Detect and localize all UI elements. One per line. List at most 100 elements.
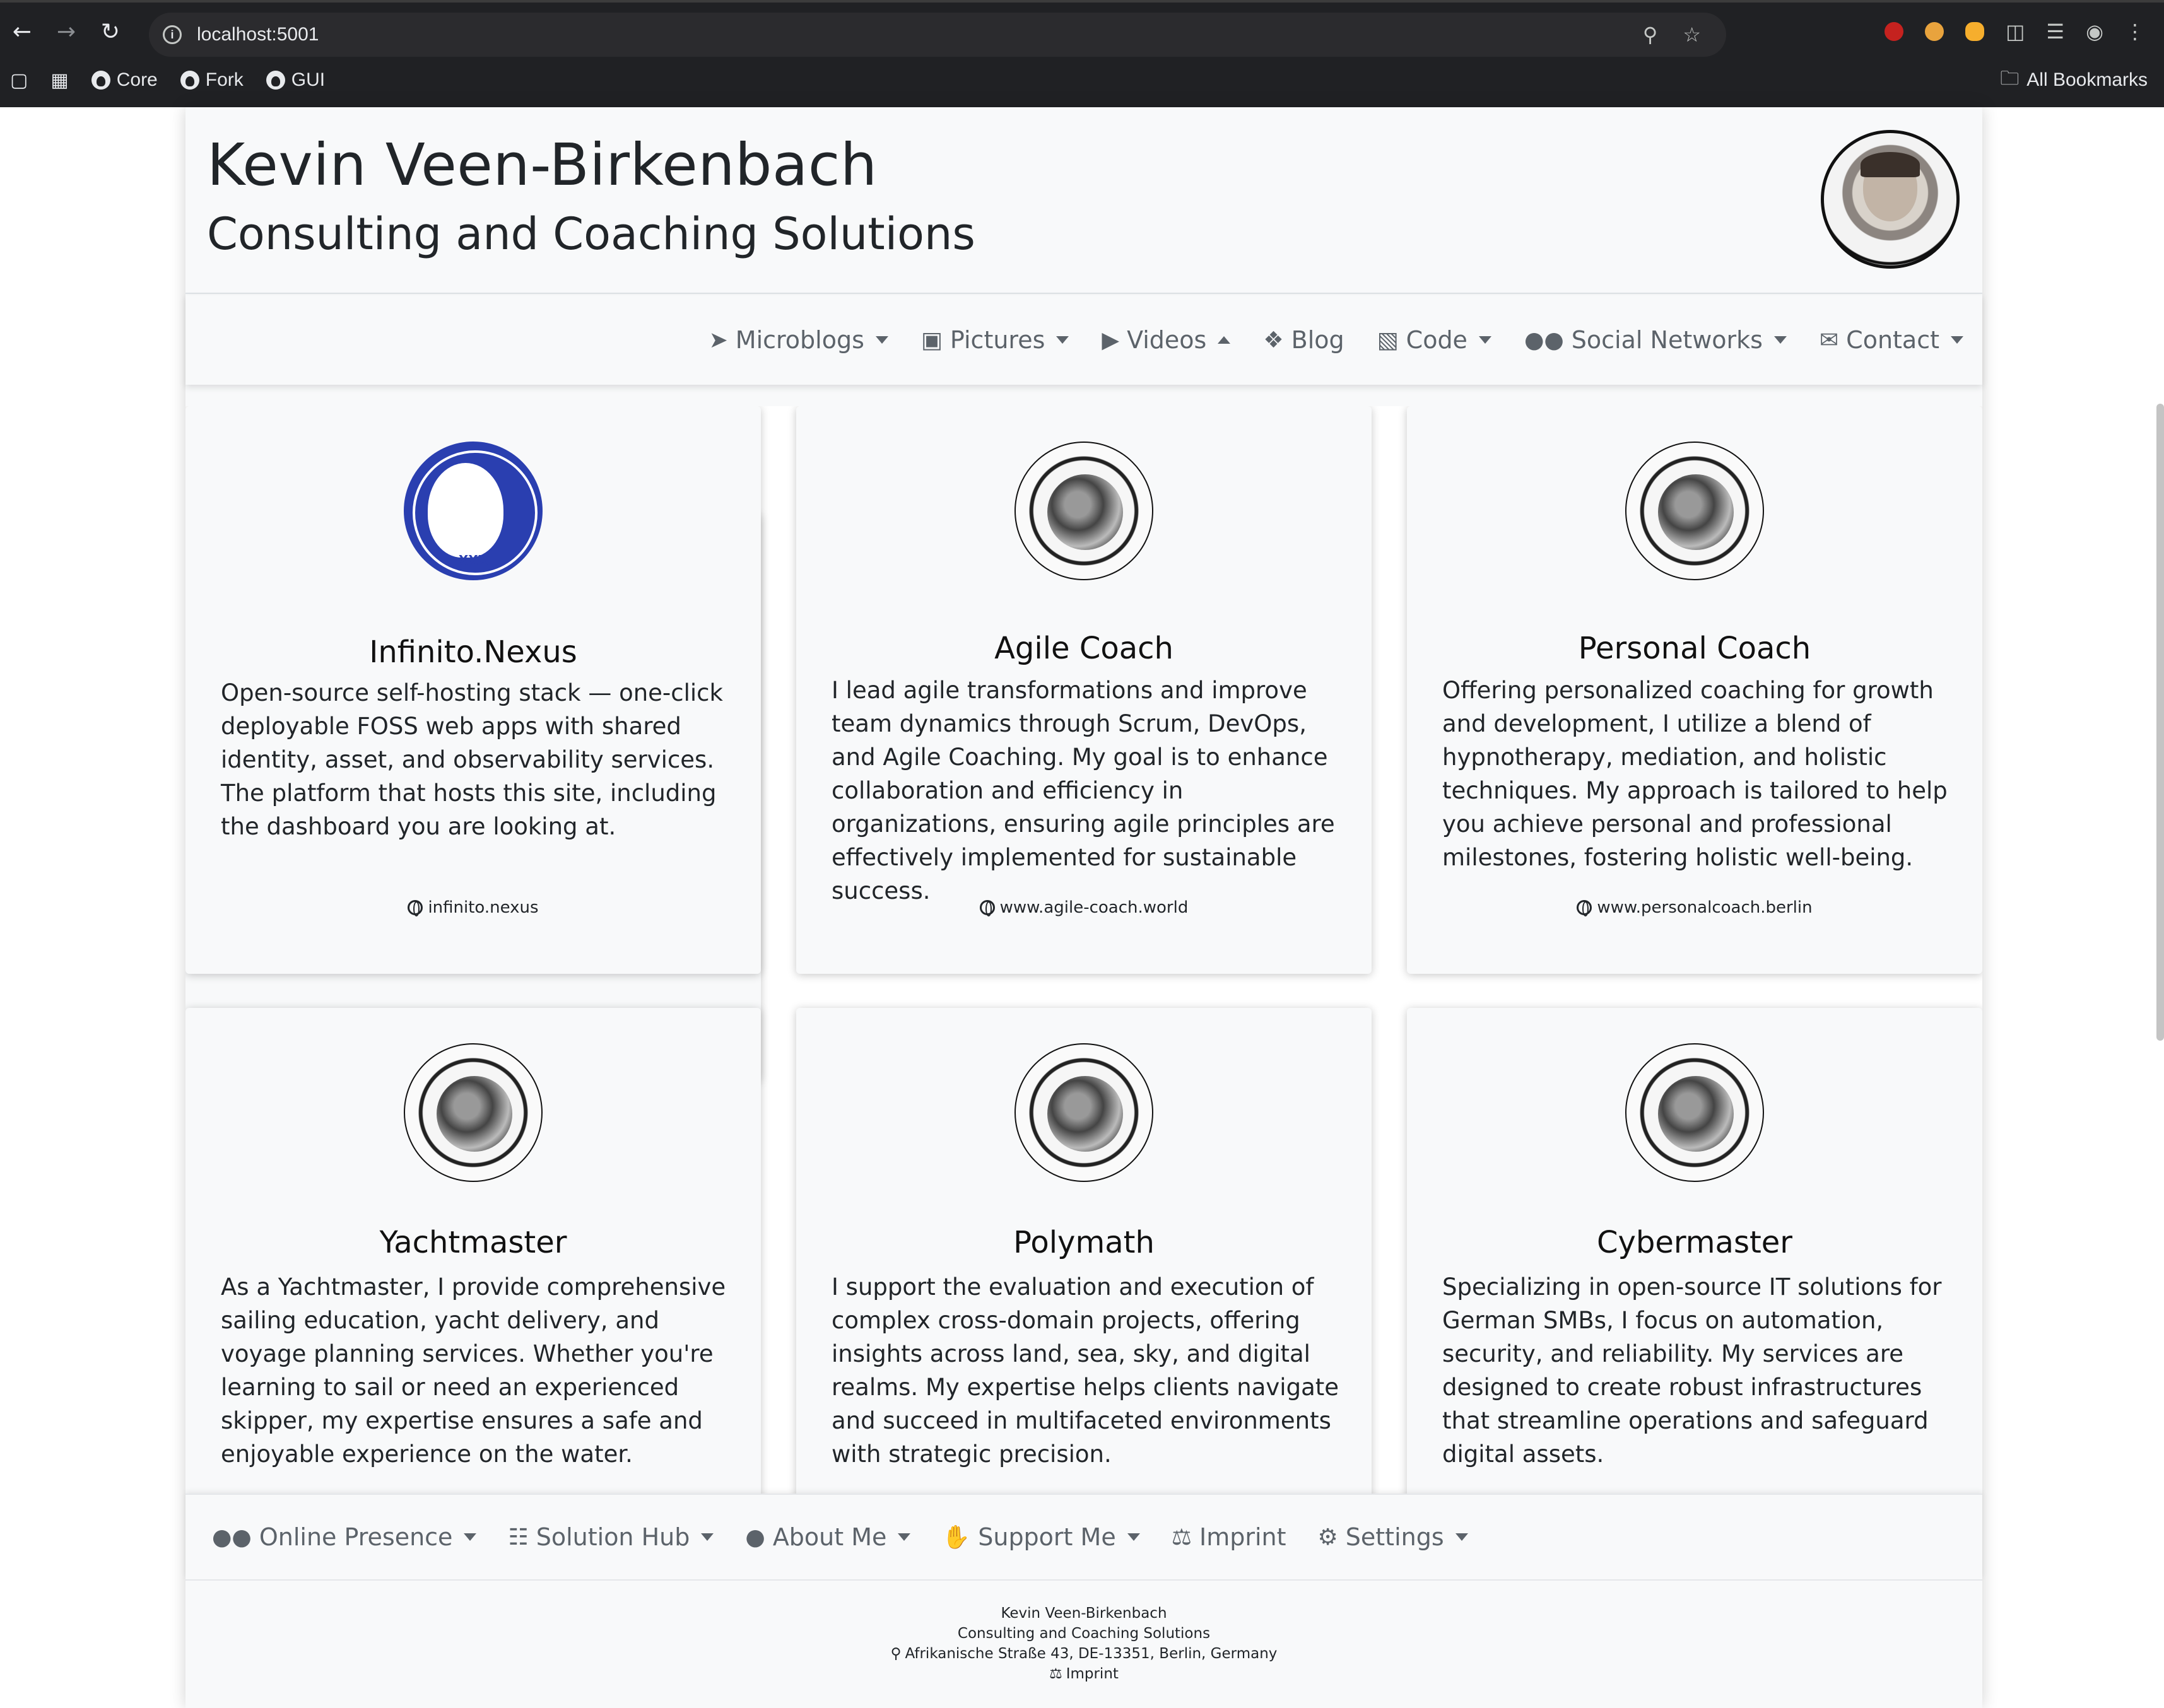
reload-icon[interactable]: ↻ xyxy=(88,4,132,59)
bookmark-core[interactable]: Core xyxy=(91,69,158,91)
site-info-icon[interactable]: i xyxy=(163,25,182,44)
page-subtitle: Consulting and Coaching Solutions xyxy=(207,208,975,260)
nav-online-presence[interactable]: ●● Online Presence xyxy=(212,1523,477,1551)
browser-chrome: ← → ↻ i localhost:5001 ⚲ ☆ ◫ ☰ ◉ ⋮ ▢ ▦ C… xyxy=(0,0,2164,107)
nav-code[interactable]: ▧ Code xyxy=(1377,326,1491,354)
nav-blog[interactable]: ❖ Blog xyxy=(1263,326,1344,354)
nav-solution-hub[interactable]: ☷ Solution Hub xyxy=(508,1523,714,1551)
card-personal-coach[interactable]: Personal Coach Offering personalized coa… xyxy=(1407,406,1982,974)
tab-strip xyxy=(0,0,2164,3)
github-icon xyxy=(266,71,285,90)
card-title: Yachtmaster xyxy=(379,1225,567,1260)
cybermaster-logo xyxy=(1625,1043,1764,1182)
puzzle-icon[interactable]: ◫ xyxy=(2006,20,2025,44)
users-icon: ●● xyxy=(212,1524,252,1550)
nav-support-me[interactable]: ✋ Support Me xyxy=(942,1523,1140,1551)
bookmark-fork[interactable]: Fork xyxy=(180,69,244,91)
card-description: Specializing in open-source IT solutions… xyxy=(1442,1273,1942,1468)
footer-name: Kevin Veen-Birkenbach xyxy=(1001,1605,1167,1622)
laptop-code-icon: ▧ xyxy=(1377,327,1399,353)
bookmark-star-icon[interactable]: ☆ xyxy=(1683,23,1701,47)
chevron-down-icon xyxy=(1455,1533,1468,1541)
card-yachtmaster[interactable]: Yachtmaster As a Yachtmaster, I provide … xyxy=(185,1008,761,1494)
chevron-down-icon xyxy=(1951,336,1963,344)
scale-icon: ⚖ xyxy=(1171,1524,1192,1550)
cards-layer: XXX Infinito.Nexus Open-source self-host… xyxy=(185,406,1982,1494)
chevron-down-icon xyxy=(1056,336,1069,344)
map-marker-icon: ⚲ xyxy=(890,1646,902,1662)
footer-address: ⚲ Afrikanische Straße 43, DE-13351, Berli… xyxy=(185,1644,1982,1664)
bottom-navigation: ●● Online Presence ☷ Solution Hub ● About M… xyxy=(185,1494,1982,1579)
sidebar-toggle-icon[interactable]: ▢ xyxy=(10,69,28,91)
yachtmaster-logo xyxy=(404,1043,543,1182)
card-polymath[interactable]: Polymath I support the evaluation and ex… xyxy=(796,1008,1372,1494)
forward-arrow-icon[interactable]: → xyxy=(44,4,88,59)
browser-toolbar: ← → ↻ i localhost:5001 ⚲ ☆ ◫ ☰ ◉ ⋮ xyxy=(0,4,2164,59)
globe-icon xyxy=(979,900,995,916)
site-header: Kevin Veen-Birkenbach Consulting and Coa… xyxy=(185,107,1982,294)
chevron-down-icon xyxy=(1478,336,1491,344)
card-link[interactable]: www.personalcoach.berlin xyxy=(1407,898,1982,917)
bottom-area: ●● Online Presence ☷ Solution Hub ● About M… xyxy=(185,1494,1982,1708)
card-title: Polymath xyxy=(1013,1225,1155,1260)
nav-about-me[interactable]: ● About Me xyxy=(745,1523,911,1551)
menu-icon[interactable]: ⋮ xyxy=(2125,20,2145,44)
card-description: As a Yachtmaster, I provide comprehensiv… xyxy=(221,1273,726,1468)
card-description: Offering personalized coaching for growt… xyxy=(1442,677,1948,871)
card-cybermaster[interactable]: Cybermaster Specializing in open-source … xyxy=(1407,1008,1982,1494)
apps-grid-icon[interactable]: ▦ xyxy=(50,69,68,91)
chevron-down-icon xyxy=(898,1533,911,1541)
nav-social-networks[interactable]: ●● Social Networks xyxy=(1524,326,1787,354)
user-icon: ● xyxy=(745,1524,765,1550)
video-icon: ▶ xyxy=(1102,327,1120,353)
blocker-extension-icon[interactable] xyxy=(1885,22,1904,41)
profile-icon[interactable]: ◉ xyxy=(2086,20,2103,44)
card-title: Agile Coach xyxy=(994,631,1173,666)
nav-contact[interactable]: ✉ Contact xyxy=(1820,326,1963,354)
media-icon[interactable]: ☰ xyxy=(2046,20,2064,44)
address-bar[interactable]: i localhost:5001 ⚲ ☆ xyxy=(149,13,1726,57)
bookmarks-bar: ▢ ▦ Core Fork GUI 🗀 All Bookmarks xyxy=(0,63,2164,97)
card-infinito-nexus[interactable]: XXX Infinito.Nexus Open-source self-host… xyxy=(185,406,761,974)
card-description: I lead agile transformations and improve… xyxy=(832,677,1335,904)
extensions-area: ◫ ☰ ◉ ⋮ xyxy=(1885,4,2164,59)
gear-icon: ⚙ xyxy=(1317,1524,1338,1550)
avatar[interactable] xyxy=(1821,130,1960,269)
nav-settings[interactable]: ⚙ Settings xyxy=(1318,1523,1468,1551)
github-icon xyxy=(91,71,110,90)
nav-pictures[interactable]: ▣ Pictures xyxy=(921,326,1069,354)
hand-holding-icon: ✋ xyxy=(942,1524,971,1550)
card-description: Open-source self-hosting stack — one-cli… xyxy=(221,679,723,840)
bookmark-gui[interactable]: GUI xyxy=(266,69,325,91)
card-title: Infinito.Nexus xyxy=(369,635,577,670)
zoom-icon[interactable]: ⚲ xyxy=(1643,23,1657,47)
chevron-down-icon xyxy=(701,1533,714,1541)
url-text: localhost:5001 xyxy=(197,24,319,45)
scale-icon: ⚖ xyxy=(1049,1666,1062,1682)
card-link[interactable]: infinito.nexus xyxy=(185,898,761,917)
globe-icon xyxy=(1577,900,1592,916)
footer-imprint-link[interactable]: ⚖ Imprint xyxy=(185,1664,1982,1684)
all-bookmarks[interactable]: 🗀 All Bookmarks xyxy=(2000,63,2148,97)
nav-microblogs[interactable]: ➤ Microblogs xyxy=(709,326,888,354)
chevron-down-icon xyxy=(1773,336,1787,344)
sitemap-icon: ☷ xyxy=(508,1524,529,1550)
chevron-down-icon xyxy=(464,1533,477,1541)
users-icon: ●● xyxy=(1524,327,1564,353)
nav-videos[interactable]: ▶ Videos xyxy=(1102,326,1231,354)
card-link[interactable]: www.agile-coach.world xyxy=(796,898,1372,917)
card-agile-coach[interactable]: Agile Coach I lead agile transformations… xyxy=(796,406,1372,974)
page-scrollbar[interactable] xyxy=(2156,404,2164,1041)
extension-icon[interactable] xyxy=(1925,22,1944,41)
card-description: I support the evaluation and execution o… xyxy=(832,1273,1339,1468)
omnibox-actions: ⚲ ☆ xyxy=(1643,13,1701,57)
footer-tagline: Consulting and Coaching Solutions xyxy=(957,1625,1211,1642)
page-title: Kevin Veen-Birkenbach xyxy=(207,131,878,199)
back-arrow-icon[interactable]: ← xyxy=(0,4,44,59)
chevron-down-icon xyxy=(875,336,888,344)
rocket-icon: ➤ xyxy=(709,327,728,353)
chevron-up-icon xyxy=(1218,336,1231,344)
folder-icon: 🗀 xyxy=(2000,67,2020,89)
nav-imprint[interactable]: ⚖ Imprint xyxy=(1172,1523,1286,1551)
extension-icon[interactable] xyxy=(1965,22,1985,41)
